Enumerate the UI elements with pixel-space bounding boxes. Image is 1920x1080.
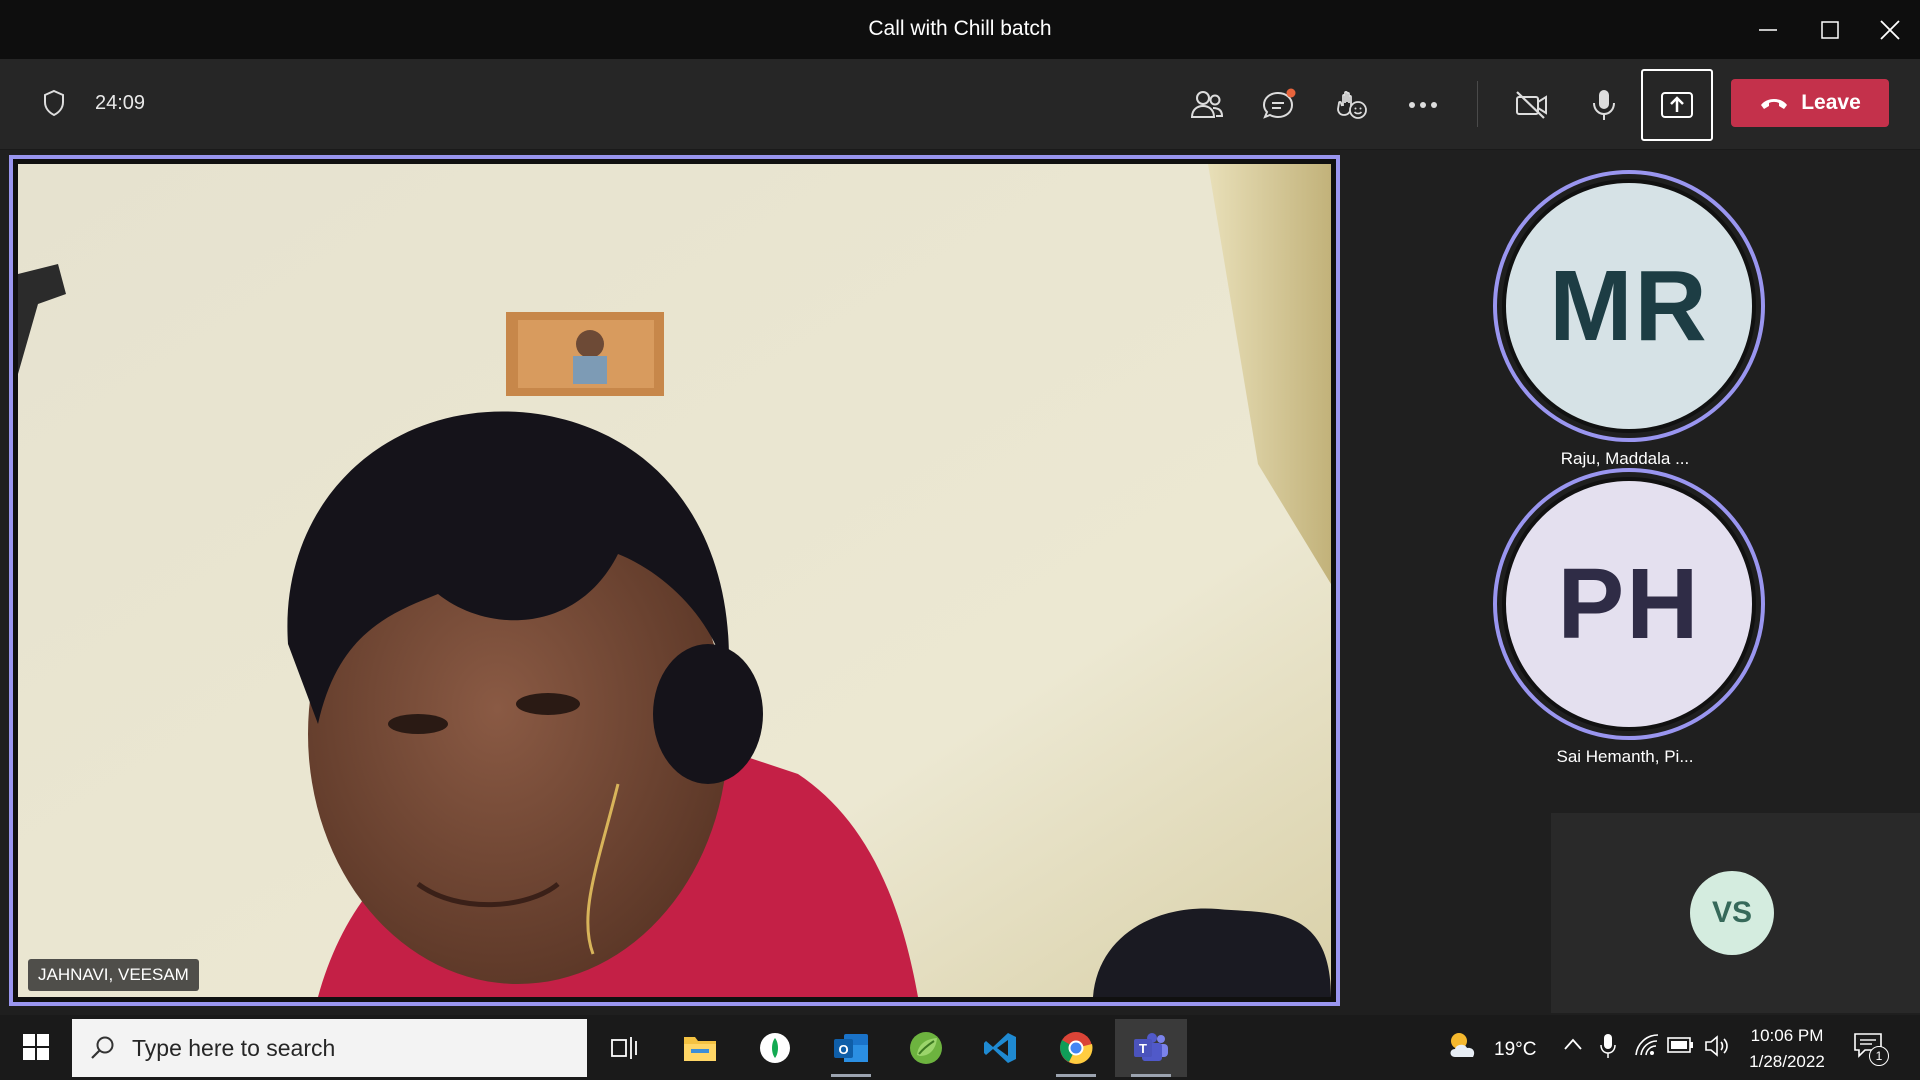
notification-center-button[interactable]: 1 [1853, 1032, 1889, 1066]
minimize-icon [1759, 29, 1777, 31]
task-view-button[interactable] [590, 1019, 658, 1077]
app-circle-icon [760, 1033, 790, 1063]
participants-button[interactable] [1183, 81, 1231, 129]
windows-logo-icon [23, 1034, 49, 1060]
volume-icon[interactable] [1704, 1034, 1730, 1063]
maximize-icon [1821, 21, 1839, 39]
taskbar-search-box[interactable]: Type here to search [72, 1019, 587, 1077]
clock-date: 1/28/2022 [1749, 1052, 1825, 1071]
search-placeholder: Type here to search [132, 1034, 336, 1061]
running-indicator [1131, 1074, 1171, 1077]
close-icon [1880, 20, 1900, 40]
chevron-up-icon[interactable] [1563, 1037, 1583, 1056]
svg-text:T: T [1139, 1041, 1147, 1056]
shield-icon [42, 89, 66, 122]
mic-tray-icon[interactable] [1600, 1033, 1616, 1064]
leave-button[interactable]: Leave [1731, 79, 1889, 127]
teams-button[interactable]: T [1115, 1019, 1187, 1077]
teams-icon: T [1134, 1033, 1168, 1061]
reactions-icon [1337, 90, 1367, 119]
running-indicator [831, 1074, 871, 1077]
participant-name: Sai Hemanth, Pi... [1556, 747, 1694, 766]
chrome-button[interactable] [1042, 1019, 1110, 1077]
app-button[interactable] [741, 1019, 809, 1077]
reactions-button[interactable] [1327, 81, 1375, 129]
participant-video-image [18, 164, 1331, 997]
avatar: VS [1690, 871, 1774, 955]
task-view-icon [611, 1037, 637, 1059]
close-button[interactable] [1868, 10, 1912, 50]
microphone-icon [1593, 90, 1615, 120]
toolbar-divider [1477, 81, 1478, 127]
chat-icon [1262, 88, 1296, 119]
maximize-button[interactable] [1808, 10, 1852, 50]
participant-avatar-tile[interactable]: MR [1493, 170, 1765, 442]
participant-avatar-tile[interactable]: PH [1493, 468, 1765, 740]
title-bar: Call with Chill batch [0, 0, 1920, 59]
participant-name-tag: JAHNAVI, VEESAM [28, 959, 199, 991]
meeting-timer: 24:09 [95, 92, 146, 114]
share-screen-button[interactable] [1641, 69, 1713, 141]
self-view-tile[interactable]: VS [1551, 813, 1920, 1013]
camera-off-icon [1516, 91, 1547, 119]
outlook-icon: O [834, 1034, 868, 1062]
spring-icon [910, 1032, 942, 1064]
file-explorer-button[interactable] [666, 1019, 734, 1077]
share-icon [1661, 92, 1693, 118]
phone-icon [1761, 99, 1788, 109]
minimize-button[interactable] [1746, 10, 1790, 50]
window-title: Call with Chill batch [868, 17, 1052, 40]
meeting-stage: JAHNAVI, VEESAM MR Raju, Maddala ... PH … [0, 150, 1920, 1015]
leave-label: Leave [1801, 91, 1861, 114]
search-icon [91, 1036, 114, 1059]
avatar: MR [1502, 179, 1756, 433]
chat-button[interactable] [1255, 81, 1303, 129]
vscode-icon [984, 1033, 1016, 1063]
video-feed: JAHNAVI, VEESAM [18, 164, 1331, 997]
more-actions-button[interactable] [1399, 81, 1447, 129]
meeting-toolbar: 24:09 Leave [0, 59, 1920, 150]
main-video-tile[interactable]: JAHNAVI, VEESAM [9, 155, 1340, 1006]
vscode-button[interactable] [966, 1019, 1034, 1077]
system-clock[interactable]: 10:06 PM 1/28/2022 [1740, 1023, 1834, 1075]
camera-toggle-button[interactable] [1508, 81, 1556, 129]
windows-taskbar: Type here to search O T 19°C 10:06 PM 1/… [0, 1015, 1920, 1080]
wifi-icon[interactable] [1634, 1033, 1660, 1062]
people-icon [1190, 91, 1224, 118]
svg-text:O: O [838, 1042, 848, 1057]
notification-count-badge: 1 [1869, 1046, 1889, 1066]
weather-icon[interactable] [1445, 1030, 1481, 1065]
file-explorer-icon [684, 1037, 716, 1061]
outlook-button[interactable]: O [817, 1019, 885, 1077]
avatar: PH [1502, 477, 1756, 731]
spring-tools-button[interactable] [892, 1019, 960, 1077]
participant-name: Raju, Maddala ... [1560, 449, 1690, 468]
start-button[interactable] [12, 1021, 60, 1073]
weather-temperature[interactable]: 19°C [1494, 1039, 1536, 1061]
more-icon [1409, 102, 1437, 108]
clock-time: 10:06 PM [1750, 1026, 1824, 1045]
running-indicator [1056, 1074, 1096, 1077]
microphone-toggle-button[interactable] [1580, 81, 1628, 129]
chrome-icon [1060, 1032, 1093, 1064]
battery-icon[interactable] [1667, 1036, 1695, 1059]
